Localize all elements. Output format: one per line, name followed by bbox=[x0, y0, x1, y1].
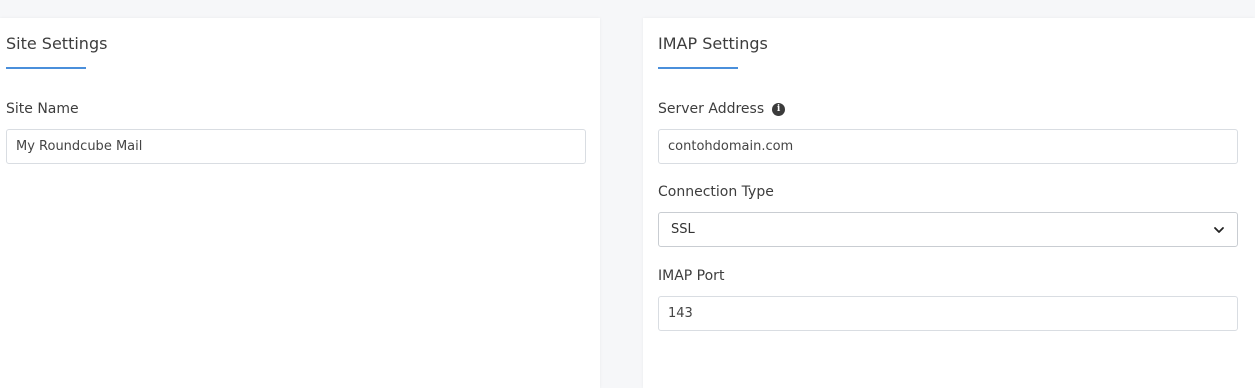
site-settings-title-underline bbox=[6, 67, 86, 69]
imap-settings-card: IMAP Settings Server Address i Connectio… bbox=[643, 18, 1255, 388]
imap-port-input[interactable] bbox=[658, 296, 1238, 331]
site-settings-title: Site Settings bbox=[6, 34, 108, 53]
site-name-input[interactable] bbox=[6, 129, 586, 164]
server-address-label-row: Server Address i bbox=[658, 101, 786, 117]
connection-type-selected-value: SSL bbox=[671, 222, 695, 237]
imap-port-label: IMAP Port bbox=[658, 268, 725, 284]
connection-type-label: Connection Type bbox=[658, 184, 774, 200]
server-address-label: Server Address bbox=[658, 101, 765, 117]
imap-settings-title: IMAP Settings bbox=[658, 34, 768, 53]
connection-type-select[interactable]: SSL bbox=[658, 212, 1238, 247]
site-settings-card: Site Settings Site Name bbox=[0, 18, 600, 388]
info-icon[interactable]: i bbox=[772, 102, 786, 116]
server-address-input[interactable] bbox=[658, 129, 1238, 164]
chevron-down-icon bbox=[1213, 224, 1225, 236]
site-name-label: Site Name bbox=[6, 101, 79, 117]
imap-settings-title-underline bbox=[658, 67, 738, 69]
